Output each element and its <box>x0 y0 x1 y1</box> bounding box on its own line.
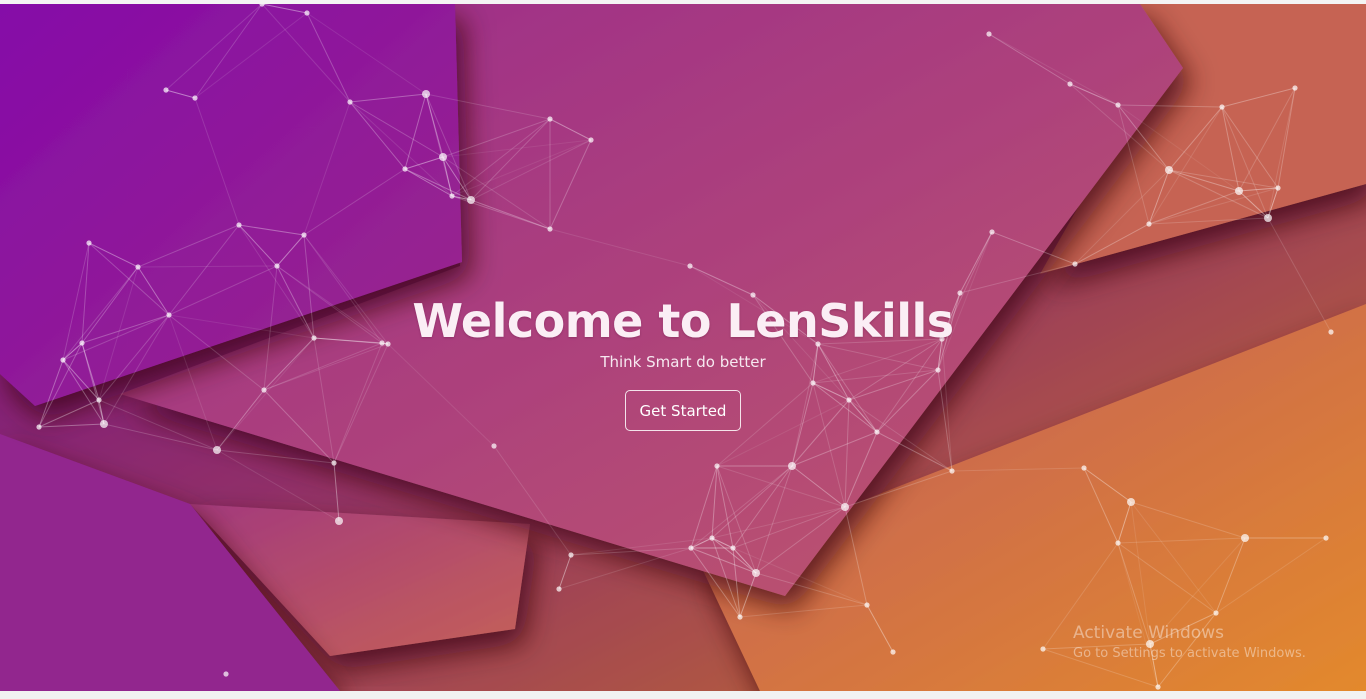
network-node <box>402 166 408 172</box>
network-node <box>1127 498 1135 506</box>
network-node <box>1241 534 1249 542</box>
network-node <box>491 443 497 449</box>
network-node <box>335 517 343 525</box>
hero-content: Welcome to LenSkills Think Smart do bett… <box>0 290 1366 431</box>
network-node <box>1115 540 1121 546</box>
network-node <box>213 446 221 454</box>
network-node <box>236 222 242 228</box>
network-node <box>547 226 553 232</box>
network-node <box>788 462 796 470</box>
network-node <box>588 137 594 143</box>
network-node <box>556 586 562 592</box>
network-node <box>347 99 353 105</box>
watermark-title: Activate Windows <box>1073 623 1224 643</box>
network-node <box>1165 166 1173 174</box>
network-node <box>1067 81 1073 87</box>
network-node <box>949 468 955 474</box>
network-node <box>1275 185 1281 191</box>
hero-title: Welcome to LenSkills <box>412 294 954 348</box>
network-node <box>1115 102 1121 108</box>
watermark-subtitle: Go to Settings to activate Windows. <box>1073 646 1306 661</box>
network-node <box>1081 465 1087 471</box>
network-node <box>752 569 760 577</box>
network-node <box>467 196 475 204</box>
network-node <box>687 263 693 269</box>
network-node <box>568 552 574 558</box>
bottom-strip <box>0 691 1366 699</box>
network-node <box>864 602 870 608</box>
windows-activation-watermark: Activate Windows Go to Settings to activ… <box>1073 622 1306 664</box>
network-node <box>301 232 307 238</box>
network-node <box>1213 610 1219 616</box>
network-node <box>547 116 553 122</box>
network-node <box>737 614 743 620</box>
network-node <box>192 95 198 101</box>
network-node <box>439 153 447 161</box>
network-node <box>890 649 896 655</box>
network-node <box>86 240 92 246</box>
hero-section: Welcome to LenSkills Think Smart do bett… <box>0 4 1366 691</box>
network-node <box>1292 85 1298 91</box>
get-started-button[interactable]: Get Started <box>624 390 742 431</box>
network-node <box>331 460 337 466</box>
network-node <box>986 31 992 37</box>
network-node <box>989 229 995 235</box>
network-node <box>449 193 455 199</box>
network-node <box>1219 104 1225 110</box>
network-node <box>1264 214 1272 222</box>
network-node <box>688 545 694 551</box>
network-node <box>1146 221 1152 227</box>
network-node <box>1072 261 1078 267</box>
network-node <box>422 90 430 98</box>
network-node <box>304 10 310 16</box>
network-node <box>1040 646 1046 652</box>
network-node <box>163 87 169 93</box>
network-node <box>1235 187 1243 195</box>
network-node <box>714 463 720 469</box>
hero-tagline: Think Smart do better <box>600 353 766 371</box>
network-node <box>1155 684 1161 690</box>
network-node <box>709 535 715 541</box>
network-node <box>841 503 849 511</box>
network-node <box>274 263 280 269</box>
network-node <box>730 545 736 551</box>
network-node <box>1323 535 1329 541</box>
network-node <box>223 671 229 677</box>
network-node <box>135 264 141 270</box>
